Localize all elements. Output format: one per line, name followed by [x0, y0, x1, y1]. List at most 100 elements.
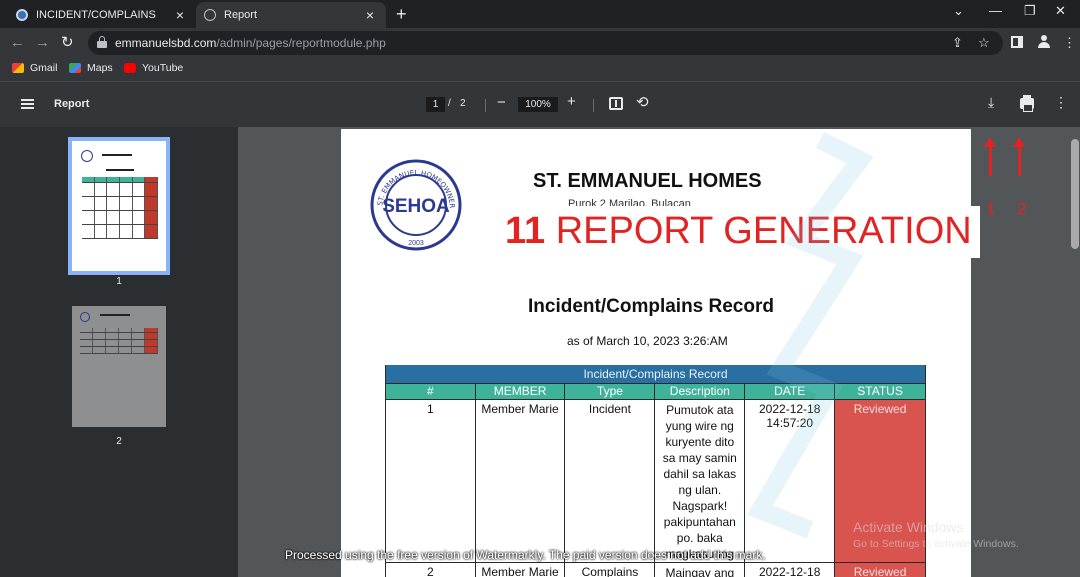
column-header: STATUS [834, 382, 926, 400]
cell-number: 1 [385, 399, 476, 563]
annotation-heading: 11 REPORT GENERATION [505, 210, 972, 252]
bookmark-label: Gmail [30, 62, 58, 74]
tab-incident-complains[interactable]: INCIDENT/COMPLAINS × [8, 2, 196, 28]
document-title: Incident/Complains Record [528, 296, 774, 317]
cell-date: 2022-12-18 [744, 562, 836, 577]
bookmark-maps[interactable]: Maps [69, 62, 113, 74]
zoom-in-icon[interactable]: + [567, 93, 576, 110]
globe-icon [204, 9, 216, 21]
divider [485, 99, 486, 112]
column-header: Type [564, 382, 656, 400]
zoom-out-icon[interactable]: − [497, 94, 506, 111]
more-options-icon[interactable]: ⋮ [1054, 94, 1068, 111]
rotate-icon[interactable]: ⟲ [636, 93, 649, 111]
mini-title [102, 154, 132, 156]
zoom-level-input[interactable]: 100% [518, 97, 558, 112]
bookmark-label: YouTube [142, 62, 184, 74]
arrow-label: 2 [1017, 199, 1027, 218]
bookmark-youtube[interactable]: YouTube [124, 62, 183, 74]
activate-windows-title: Activate Windows [853, 519, 964, 535]
close-tab-icon[interactable]: × [172, 8, 188, 22]
close-tab-icon[interactable]: × [362, 8, 378, 22]
arrow-annotation-icon [1013, 137, 1025, 176]
back-arrow-icon[interactable]: ← [10, 34, 25, 52]
sehoa-seal-logo: ST. EMMANUEL HOMEOWNERS' ASSOCIATION SEH… [370, 159, 462, 251]
table-row: 2 Member Marie Complains Maingay ang 202… [385, 562, 926, 577]
site-favicon-icon [16, 9, 28, 21]
page-thumbnail-2[interactable] [72, 306, 166, 427]
gmail-icon [12, 63, 24, 73]
print-icon[interactable] [1020, 95, 1034, 112]
page-number-input[interactable]: 1 [426, 97, 445, 112]
close-window-icon[interactable]: ✕ [1055, 3, 1066, 19]
lock-icon[interactable] [97, 36, 107, 49]
scrollbar-thumb[interactable] [1071, 139, 1079, 249]
cell-member: Member Marie [474, 562, 566, 577]
cell-description: Maingay ang [654, 562, 746, 577]
mini-subtitle [106, 169, 134, 171]
tab-report[interactable]: Report × [196, 2, 386, 28]
column-header: DATE [744, 382, 836, 400]
pdf-toolbar: Report 1 / 2 − 100% + ⟲ ⤓ ⋮ [0, 82, 1080, 127]
browser-toolbar: ← → ↻ emmanuelsbd.com/admin/pages/report… [0, 28, 1080, 58]
arrow-label: 1 [986, 199, 996, 218]
table-caption: Incident/Complains Record [385, 365, 926, 383]
arrow-annotation-icon [984, 137, 996, 176]
tab-title: Report [224, 9, 258, 21]
bookmark-gmail[interactable]: Gmail [12, 62, 57, 74]
tab-title: INCIDENT/COMPLAINS [36, 9, 156, 21]
browser-menu-icon[interactable]: ⋮ [1063, 35, 1076, 51]
cell-description: Pumutok ata yung wire ng kuryente dito s… [654, 399, 746, 563]
youtube-icon [124, 63, 136, 73]
page-thumbnail-1[interactable] [68, 137, 170, 275]
minimize-icon[interactable]: — [989, 3, 1002, 19]
column-header: MEMBER [474, 382, 566, 400]
cell-date: 2022-12-18 14:57:20 [744, 399, 836, 563]
profile-avatar-icon[interactable] [1037, 35, 1050, 48]
divider [593, 99, 594, 112]
download-icon[interactable]: ⤓ [988, 94, 994, 111]
cell-status: Reviewed [834, 562, 926, 577]
table-row: 1 Member Marie Incident Pumutok ata yung… [385, 399, 926, 563]
svg-text:SEHOA: SEHOA [382, 196, 450, 217]
cell-type: Incident [564, 399, 656, 563]
activate-windows-subtitle: Go to Settings to activate Windows. [853, 538, 1019, 550]
as-of-timestamp: as of March 10, 2023 3:26:AM [567, 334, 728, 348]
cell-member: Member Marie [474, 399, 566, 563]
bookmarks-bar: Gmail Maps YouTube [0, 58, 1080, 82]
bookmark-label: Maps [87, 62, 113, 74]
browser-tab-bar: INCIDENT/COMPLAINS × Report × + ⌄ — ❐ ✕ [0, 0, 1080, 28]
new-tab-icon[interactable]: + [396, 4, 407, 24]
side-panel-icon[interactable] [1011, 36, 1023, 48]
forward-arrow-icon[interactable]: → [35, 34, 50, 52]
fit-page-icon[interactable] [609, 97, 623, 110]
mini-seal-icon [80, 312, 90, 322]
page-total: 2 [460, 98, 466, 109]
organization-name: ST. EMMANUEL HOMES [533, 170, 762, 192]
column-header: Description [654, 382, 746, 400]
column-header: # [385, 382, 476, 400]
cell-number: 2 [385, 562, 476, 577]
share-icon[interactable]: ⇪ [952, 35, 963, 51]
page-separator: / [448, 98, 451, 109]
thumbnail-number: 1 [116, 276, 122, 287]
url-text: emmanuelsbd.com/admin/pages/reportmodule… [115, 36, 386, 50]
processed-watermark: Processed using the free version of Wate… [285, 548, 766, 562]
mini-table [80, 328, 158, 354]
address-bar[interactable]: emmanuelsbd.com/admin/pages/reportmodule… [88, 31, 1003, 55]
bookmark-star-icon[interactable]: ☆ [978, 35, 990, 51]
screen: INCIDENT/COMPLAINS × Report × + ⌄ — ❐ ✕ … [0, 0, 1080, 577]
svg-text:2003: 2003 [408, 240, 424, 247]
mini-seal-icon [81, 150, 93, 162]
cell-type: Complains [564, 562, 656, 577]
mini-title [100, 314, 130, 316]
restore-icon[interactable]: ❐ [1024, 3, 1036, 19]
menu-icon[interactable] [21, 99, 34, 109]
reload-icon[interactable]: ↻ [61, 34, 74, 52]
maps-icon [69, 63, 81, 73]
mini-table [82, 177, 159, 239]
pdf-title: Report [54, 98, 90, 110]
thumbnail-number: 2 [116, 436, 122, 447]
incident-table: Incident/Complains Record # MEMBER Type … [385, 365, 926, 577]
tab-search-chevron-icon[interactable]: ⌄ [953, 3, 964, 19]
